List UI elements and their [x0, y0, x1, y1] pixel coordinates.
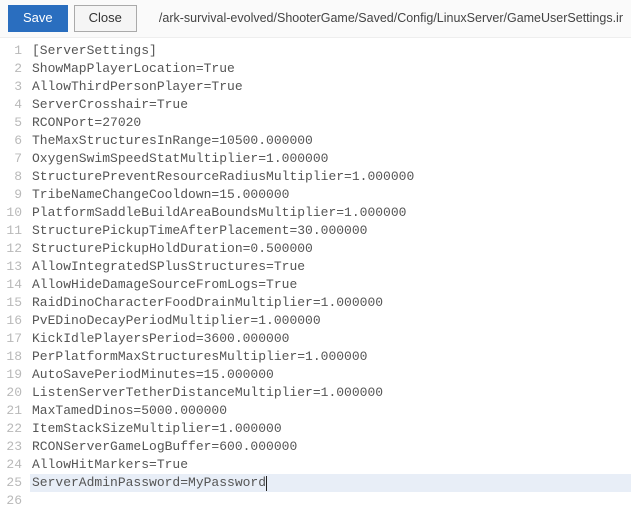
code-line[interactable]: RCONServerGameLogBuffer=600.000000: [30, 438, 631, 456]
code-line[interactable]: MaxTamedDinos=5000.000000: [30, 402, 631, 420]
line-number-gutter: 1234567891011121314151617181920212223242…: [0, 42, 30, 510]
code-content[interactable]: [ServerSettings]ShowMapPlayerLocation=Tr…: [30, 42, 631, 510]
line-number: 21: [0, 402, 22, 420]
code-line[interactable]: ItemStackSizeMultiplier=1.000000: [30, 420, 631, 438]
code-line[interactable]: OxygenSwimSpeedStatMultiplier=1.000000: [30, 150, 631, 168]
code-line[interactable]: ServerCrosshair=True: [30, 96, 631, 114]
line-number: 14: [0, 276, 22, 294]
line-number: 6: [0, 132, 22, 150]
line-number: 5: [0, 114, 22, 132]
line-number: 26: [0, 492, 22, 510]
text-cursor: [266, 476, 267, 491]
code-line[interactable]: AutoSavePeriodMinutes=15.000000: [30, 366, 631, 384]
line-number: 3: [0, 78, 22, 96]
code-line[interactable]: ShowMapPlayerLocation=True: [30, 60, 631, 78]
code-line[interactable]: AllowHitMarkers=True: [30, 456, 631, 474]
code-line[interactable]: RCONPort=27020: [30, 114, 631, 132]
code-line[interactable]: StructurePickupTimeAfterPlacement=30.000…: [30, 222, 631, 240]
code-line[interactable]: PvEDinoDecayPeriodMultiplier=1.000000: [30, 312, 631, 330]
code-line[interactable]: PerPlatformMaxStructuresMultiplier=1.000…: [30, 348, 631, 366]
line-number: 18: [0, 348, 22, 366]
code-line[interactable]: ListenServerTetherDistanceMultiplier=1.0…: [30, 384, 631, 402]
file-path: /ark-survival-evolved/ShooterGame/Saved/…: [159, 11, 623, 25]
code-line[interactable]: RaidDinoCharacterFoodDrainMultiplier=1.0…: [30, 294, 631, 312]
code-line[interactable]: [30, 492, 631, 510]
line-number: 15: [0, 294, 22, 312]
save-button[interactable]: Save: [8, 5, 68, 32]
code-line[interactable]: AllowHideDamageSourceFromLogs=True: [30, 276, 631, 294]
code-editor[interactable]: 1234567891011121314151617181920212223242…: [0, 38, 631, 510]
code-line[interactable]: [ServerSettings]: [30, 42, 631, 60]
line-number: 7: [0, 150, 22, 168]
line-number: 1: [0, 42, 22, 60]
code-line[interactable]: TheMaxStructuresInRange=10500.000000: [30, 132, 631, 150]
code-line[interactable]: KickIdlePlayersPeriod=3600.000000: [30, 330, 631, 348]
code-line[interactable]: AllowIntegratedSPlusStructures=True: [30, 258, 631, 276]
close-button[interactable]: Close: [74, 5, 137, 32]
line-number: 22: [0, 420, 22, 438]
code-line[interactable]: AllowThirdPersonPlayer=True: [30, 78, 631, 96]
line-number: 24: [0, 456, 22, 474]
line-number: 12: [0, 240, 22, 258]
code-line[interactable]: StructurePreventResourceRadiusMultiplier…: [30, 168, 631, 186]
line-number: 16: [0, 312, 22, 330]
line-number: 23: [0, 438, 22, 456]
line-number: 17: [0, 330, 22, 348]
line-number: 2: [0, 60, 22, 78]
code-line[interactable]: PlatformSaddleBuildAreaBoundsMultiplier=…: [30, 204, 631, 222]
code-line[interactable]: ServerAdminPassword=MyPassword: [30, 474, 631, 492]
line-number: 20: [0, 384, 22, 402]
line-number: 11: [0, 222, 22, 240]
line-number: 19: [0, 366, 22, 384]
line-number: 9: [0, 186, 22, 204]
code-line[interactable]: TribeNameChangeCooldown=15.000000: [30, 186, 631, 204]
line-number: 13: [0, 258, 22, 276]
line-number: 10: [0, 204, 22, 222]
editor-toolbar: Save Close /ark-survival-evolved/Shooter…: [0, 0, 631, 38]
code-line[interactable]: StructurePickupHoldDuration=0.500000: [30, 240, 631, 258]
line-number: 8: [0, 168, 22, 186]
line-number: 25: [0, 474, 22, 492]
line-number: 4: [0, 96, 22, 114]
